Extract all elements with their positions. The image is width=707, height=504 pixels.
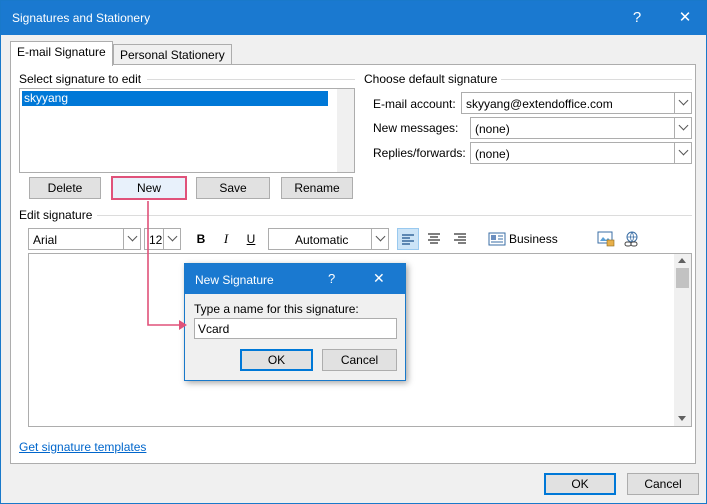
insert-picture-button[interactable] xyxy=(595,228,617,250)
email-account-select[interactable]: skyyang@extendoffice.com xyxy=(461,92,692,114)
group-divider xyxy=(501,79,692,80)
picture-icon xyxy=(597,231,615,247)
scroll-up-icon[interactable] xyxy=(678,258,686,263)
business-card-icon xyxy=(488,232,506,246)
email-account-value: skyyang@extendoffice.com xyxy=(466,97,613,111)
editor-scrollbar[interactable] xyxy=(674,254,691,426)
close-button[interactable]: ✕ xyxy=(671,7,699,29)
select-signature-label: Select signature to edit xyxy=(19,72,142,86)
signatures-window: Signatures and Stationery ? ✕ E-mail Sig… xyxy=(0,0,707,504)
align-right-icon xyxy=(454,233,466,244)
list-item[interactable]: skyyang xyxy=(22,91,328,106)
align-center-button[interactable] xyxy=(423,228,445,250)
edit-signature-label: Edit signature xyxy=(19,208,93,222)
replies-forwards-select[interactable]: (none) xyxy=(470,142,692,164)
chevron-down-icon xyxy=(371,229,388,249)
underline-button[interactable]: U xyxy=(241,228,261,250)
new-button[interactable]: New xyxy=(111,176,187,200)
hyperlink-icon xyxy=(624,231,638,247)
font-value: Arial xyxy=(33,233,58,247)
replies-forwards-value: (none) xyxy=(475,147,510,161)
title-bar: Signatures and Stationery ? ✕ xyxy=(1,1,706,35)
dialog-ok-button[interactable]: OK xyxy=(240,349,313,371)
signature-list[interactable]: skyyang xyxy=(19,88,355,173)
insert-hyperlink-button[interactable] xyxy=(621,228,643,250)
font-color-select[interactable]: Automatic xyxy=(268,228,389,250)
align-left-icon xyxy=(402,234,414,245)
align-left-button[interactable] xyxy=(397,228,419,250)
dialog-close-button[interactable]: ✕ xyxy=(373,270,385,287)
scroll-down-icon[interactable] xyxy=(678,416,686,421)
chevron-down-icon xyxy=(674,143,691,163)
signature-templates-link[interactable]: Get signature templates xyxy=(19,440,146,454)
replies-forwards-label: Replies/forwards: xyxy=(373,146,466,160)
window-title: Signatures and Stationery xyxy=(12,11,151,25)
dialog-title-bar: New Signature ? ✕ xyxy=(185,264,405,294)
ok-button[interactable]: OK xyxy=(544,473,616,495)
rename-button[interactable]: Rename xyxy=(281,177,353,199)
save-button[interactable]: Save xyxy=(196,177,270,199)
signature-name-input[interactable]: Vcard xyxy=(194,318,397,339)
tab-email-signature-label: E-mail Signature xyxy=(17,45,106,59)
new-messages-value: (none) xyxy=(475,122,510,136)
align-right-button[interactable] xyxy=(449,228,471,250)
callout-arrow-icon xyxy=(147,201,187,330)
help-button[interactable]: ? xyxy=(623,7,651,29)
tab-personal-stationery[interactable]: Personal Stationery xyxy=(113,44,232,66)
group-divider xyxy=(147,79,355,80)
italic-button[interactable]: I xyxy=(216,228,236,250)
font-select[interactable]: Arial xyxy=(28,228,141,250)
new-signature-dialog: New Signature ? ✕ Type a name for this s… xyxy=(184,263,406,381)
list-scrollbar[interactable] xyxy=(337,89,354,172)
align-center-icon xyxy=(428,233,440,244)
new-messages-label: New messages: xyxy=(373,121,459,135)
tab-personal-stationery-label: Personal Stationery xyxy=(120,48,225,62)
font-color-value: Automatic xyxy=(295,233,349,247)
chevron-down-icon xyxy=(674,118,691,138)
tab-email-signature[interactable]: E-mail Signature xyxy=(10,41,113,66)
delete-button[interactable]: Delete xyxy=(29,177,101,199)
new-messages-select[interactable]: (none) xyxy=(470,117,692,139)
chevron-down-icon xyxy=(674,93,691,113)
email-account-label: E-mail account: xyxy=(373,97,456,111)
dialog-cancel-button[interactable]: Cancel xyxy=(322,349,397,371)
dialog-help-button[interactable]: ? xyxy=(328,271,335,286)
dialog-prompt: Type a name for this signature: xyxy=(194,302,359,316)
default-signature-label: Choose default signature xyxy=(364,72,498,86)
business-card-button[interactable]: Business Card xyxy=(485,228,583,268)
dialog-title: New Signature xyxy=(195,273,274,287)
scroll-thumb[interactable] xyxy=(676,268,689,288)
chevron-down-icon xyxy=(123,229,140,249)
cancel-button[interactable]: Cancel xyxy=(627,473,699,495)
